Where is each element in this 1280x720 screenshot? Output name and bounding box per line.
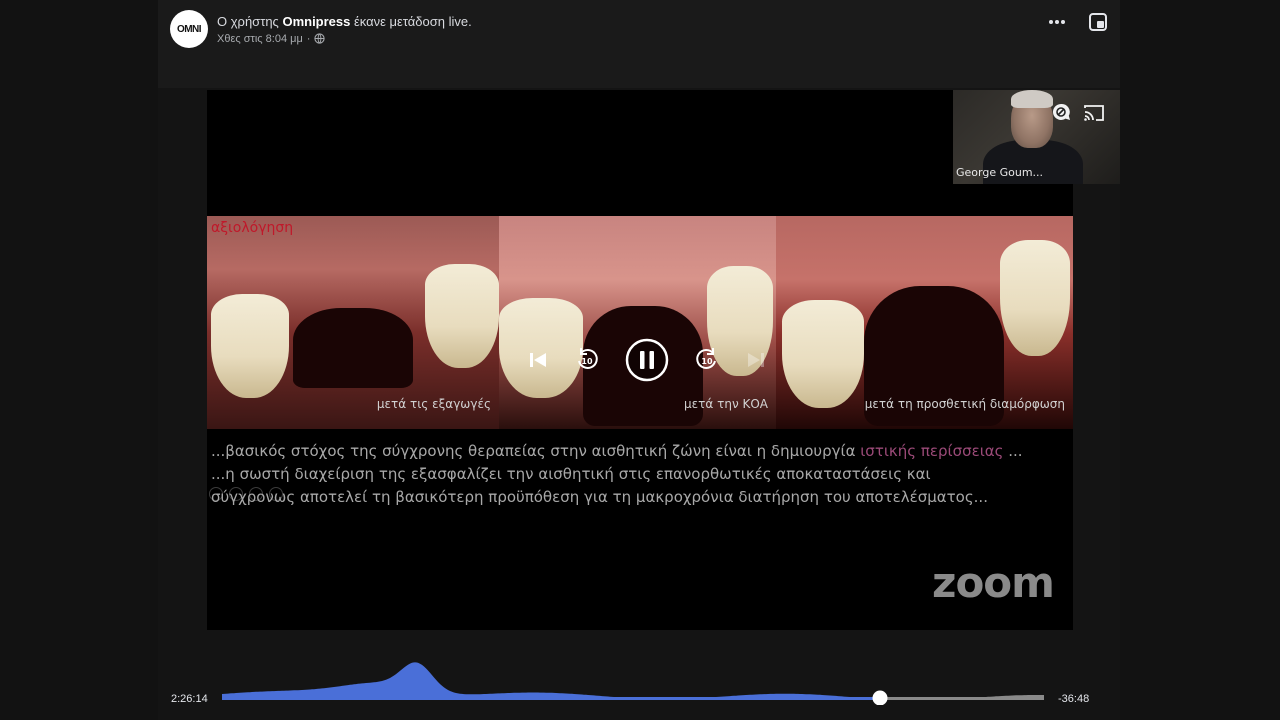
tile-icons xyxy=(1050,102,1106,124)
svg-text:10: 10 xyxy=(581,357,593,366)
forward-10-icon[interactable]: 10 xyxy=(694,347,720,373)
elapsed-time: 2:26:14 xyxy=(171,693,208,705)
waveform-unplayed xyxy=(880,695,1044,700)
slide-text-line-3: σύγχρονως αποτελεί τη βασικότερη προϋπόθ… xyxy=(211,488,988,506)
subline-separator: · xyxy=(306,32,311,45)
slide-photos: αξιολόγηση μετά τις εξαγωγές μετά την ΚΟ… xyxy=(207,216,1073,429)
tooth-shape xyxy=(1000,240,1070,356)
post-subline: Χθες στις 8:04 μμ · xyxy=(217,33,472,45)
photo-after-prosthetic: μετά τη προσθετική διαμόρφωση xyxy=(776,216,1073,429)
globe-icon xyxy=(314,33,326,44)
zoom-watermark: zoom xyxy=(932,558,1055,607)
tooth-shape xyxy=(425,264,499,368)
cast-icon[interactable] xyxy=(1082,102,1106,124)
headline-suffix: έκανε μετάδοση live. xyxy=(350,13,472,29)
skip-next-icon[interactable] xyxy=(745,349,767,371)
slide-text: ...βασικός στόχος της σύγχρονης θεραπεία… xyxy=(211,440,1023,509)
faint-circle-icon xyxy=(269,487,283,501)
post-meta: Ο χρήστης Omnipress έκανε μετάδοση live.… xyxy=(217,14,472,45)
comment-off-icon[interactable] xyxy=(1050,102,1072,124)
waveform-played xyxy=(222,662,880,700)
author-link[interactable]: Omnipress xyxy=(282,14,350,29)
scrubber-handle[interactable] xyxy=(872,690,888,706)
photo-caption: μετά την ΚΟΑ xyxy=(684,397,768,411)
headline-prefix: Ο χρήστης xyxy=(217,13,283,29)
slide-text-line-1: ...βασικός στόχος της σύγχρονης θεραπεία… xyxy=(211,440,1023,463)
speaker-name: George Goum... xyxy=(956,166,1044,179)
photo-after-extractions: αξιολόγηση μετά τις εξαγωγές xyxy=(207,216,499,429)
faint-circle-icon xyxy=(229,487,243,501)
waveform-scrubber[interactable] xyxy=(222,655,1044,705)
line1-ellipsis: ... xyxy=(1003,442,1023,460)
rewind-10-icon[interactable]: 10 xyxy=(574,347,600,373)
picture-in-picture-icon[interactable] xyxy=(1088,12,1108,32)
more-horizontal-icon[interactable] xyxy=(1048,19,1066,25)
playback-controls: 10 10 xyxy=(527,338,767,382)
remaining-time: -36:48 xyxy=(1058,693,1090,705)
post-timestamp[interactable]: Χθες στις 8:04 μμ xyxy=(217,33,303,45)
post-header: OMNI Ο χρήστης Omnipress έκανε μετάδοση … xyxy=(170,10,472,48)
slide-text-line-2: ...η σωστή διαχείριση της εξασφαλίζει τη… xyxy=(211,465,931,483)
photo-after-koa: μετά την ΚΟΑ xyxy=(499,216,776,429)
faint-circle-icon xyxy=(249,487,263,501)
avatar[interactable]: OMNI xyxy=(170,10,208,48)
svg-text:10: 10 xyxy=(701,357,713,366)
pause-icon[interactable] xyxy=(625,338,669,382)
photo-caption: μετά τη προσθετική διαμόρφωση xyxy=(864,397,1065,411)
tooth-shape xyxy=(211,294,289,398)
top-actions xyxy=(1048,12,1108,32)
skip-previous-icon[interactable] xyxy=(527,349,549,371)
faint-overlay-icons xyxy=(209,487,283,501)
gap-shape xyxy=(293,308,413,388)
line1-highlight: ιστικής περίσσειας xyxy=(860,442,1004,460)
slide-tag: αξιολόγηση xyxy=(211,220,294,236)
line1-text: ...βασικός στόχος της σύγχρονης θεραπεία… xyxy=(211,442,861,460)
photo-caption: μετά τις εξαγωγές xyxy=(376,397,491,411)
speaker-hair xyxy=(1011,90,1053,108)
post-headline: Ο χρήστης Omnipress έκανε μετάδοση live. xyxy=(217,14,472,29)
tooth-shape xyxy=(782,300,864,408)
faint-circle-icon xyxy=(209,487,223,501)
